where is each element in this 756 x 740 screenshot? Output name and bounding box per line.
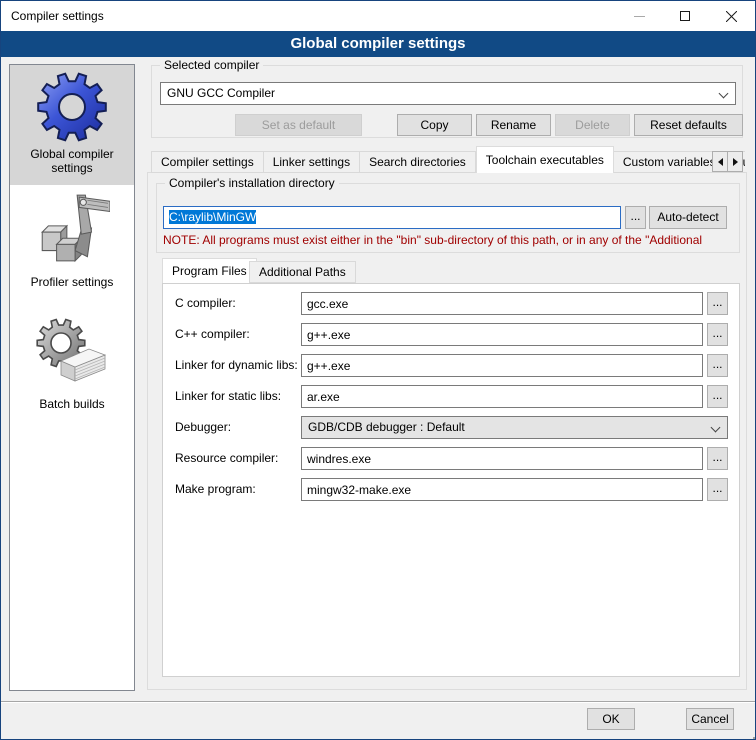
tab-toolchain-executables[interactable]: Toolchain executables	[476, 146, 614, 173]
footer-separator	[1, 701, 755, 703]
resize-grip[interactable]	[749, 733, 751, 735]
batch-builds-icon[interactable]	[35, 315, 109, 389]
debugger-label: Debugger:	[175, 416, 305, 438]
linker-static-browse-button[interactable]: ...	[707, 385, 728, 408]
close-button[interactable]	[708, 1, 754, 31]
tab-search-directories[interactable]: Search directories	[360, 151, 476, 173]
caliper-icon[interactable]	[34, 191, 110, 267]
make-program-browse-button[interactable]: ...	[707, 478, 728, 501]
tab-scroll-left-icon	[718, 158, 723, 166]
installation-note: NOTE: All programs must exist either in …	[163, 233, 737, 247]
close-icon	[726, 11, 737, 22]
make-program-label: Make program:	[175, 478, 305, 500]
set-as-default-button: Set as default	[235, 114, 362, 136]
maximize-button[interactable]	[662, 1, 708, 31]
ok-button[interactable]: OK	[587, 708, 635, 730]
c-compiler-browse-button[interactable]: ...	[707, 292, 728, 315]
toolchain-executables-page: Compiler's installation directory C:\ray…	[147, 172, 747, 690]
linker-static-input[interactable]	[301, 385, 703, 408]
sidebar-item-label[interactable]: Global compiler settings	[22, 147, 122, 175]
installation-directory-group: Compiler's installation directory C:\ray…	[156, 183, 740, 253]
tab-scroll-right-button[interactable]	[727, 151, 743, 172]
maximize-icon	[680, 11, 690, 21]
window-title: Compiler settings	[11, 1, 104, 31]
debugger-select-value: GDB/CDB debugger : Default	[308, 420, 465, 434]
subtab-program-files[interactable]: Program Files	[162, 258, 257, 283]
c-compiler-input[interactable]	[301, 292, 703, 315]
settings-tabs: Compiler settings Linker settings Search…	[151, 146, 745, 173]
cpp-compiler-input[interactable]	[301, 323, 703, 346]
tab-linker-settings[interactable]: Linker settings	[264, 151, 360, 173]
sidebar-item-profiler-settings[interactable]: Profiler settings	[22, 275, 122, 289]
linker-dynamic-label: Linker for dynamic libs:	[175, 354, 305, 376]
tab-custom-variables[interactable]: Custom variables	[614, 151, 726, 173]
program-files-panel: C compiler: ... C++ compiler: ... Linker…	[162, 283, 740, 677]
tab-scroll-right-icon	[733, 158, 738, 166]
blue-gear-icon[interactable]	[36, 71, 108, 143]
tab-scroll-buttons	[713, 151, 743, 172]
cpp-compiler-label: C++ compiler:	[175, 323, 305, 345]
installation-directory-value: C:\raylib\MinGW	[169, 210, 256, 224]
selected-compiler-group: Selected compiler GNU GCC Compiler Set a…	[151, 65, 743, 138]
tab-scroll-left-button[interactable]	[712, 151, 728, 172]
delete-button: Delete	[555, 114, 630, 136]
installation-directory-browse-button[interactable]: ...	[625, 206, 646, 229]
tab-compiler-settings[interactable]: Compiler settings	[151, 151, 264, 173]
debugger-select[interactable]: GDB/CDB debugger : Default	[301, 416, 728, 439]
rename-button[interactable]: Rename	[476, 114, 551, 136]
cpp-compiler-browse-button[interactable]: ...	[707, 323, 728, 346]
compiler-settings-dialog: Compiler settings Global compiler settin…	[0, 0, 756, 740]
linker-dynamic-input[interactable]	[301, 354, 703, 377]
make-program-input[interactable]	[301, 478, 703, 501]
installation-directory-legend: Compiler's installation directory	[165, 176, 339, 190]
auto-detect-button[interactable]: Auto-detect	[649, 206, 727, 229]
linker-static-label: Linker for static libs:	[175, 385, 305, 407]
resource-compiler-label: Resource compiler:	[175, 447, 305, 469]
installation-directory-input[interactable]: C:\raylib\MinGW	[163, 206, 621, 229]
subtab-additional-paths[interactable]: Additional Paths	[249, 261, 356, 283]
chevron-down-icon	[711, 423, 721, 433]
compiler-select-value: GNU GCC Compiler	[167, 86, 275, 100]
compiler-select[interactable]: GNU GCC Compiler	[160, 82, 736, 105]
minimize-button	[616, 1, 662, 31]
minimize-icon	[634, 11, 645, 22]
chevron-down-icon	[719, 89, 729, 99]
sidebar-item-batch-builds[interactable]: Batch builds	[22, 397, 122, 411]
cancel-button[interactable]: Cancel	[686, 708, 734, 730]
c-compiler-label: C compiler:	[175, 292, 305, 314]
page-title: Global compiler settings	[1, 31, 755, 57]
titlebar[interactable]: Compiler settings	[1, 1, 755, 31]
linker-dynamic-browse-button[interactable]: ...	[707, 354, 728, 377]
selected-compiler-legend: Selected compiler	[160, 58, 263, 72]
settings-category-list: Global compiler settings Profiler settin…	[9, 64, 135, 691]
resource-compiler-browse-button[interactable]: ...	[707, 447, 728, 470]
reset-defaults-button[interactable]: Reset defaults	[634, 114, 743, 136]
copy-button[interactable]: Copy	[397, 114, 472, 136]
resource-compiler-input[interactable]	[301, 447, 703, 470]
